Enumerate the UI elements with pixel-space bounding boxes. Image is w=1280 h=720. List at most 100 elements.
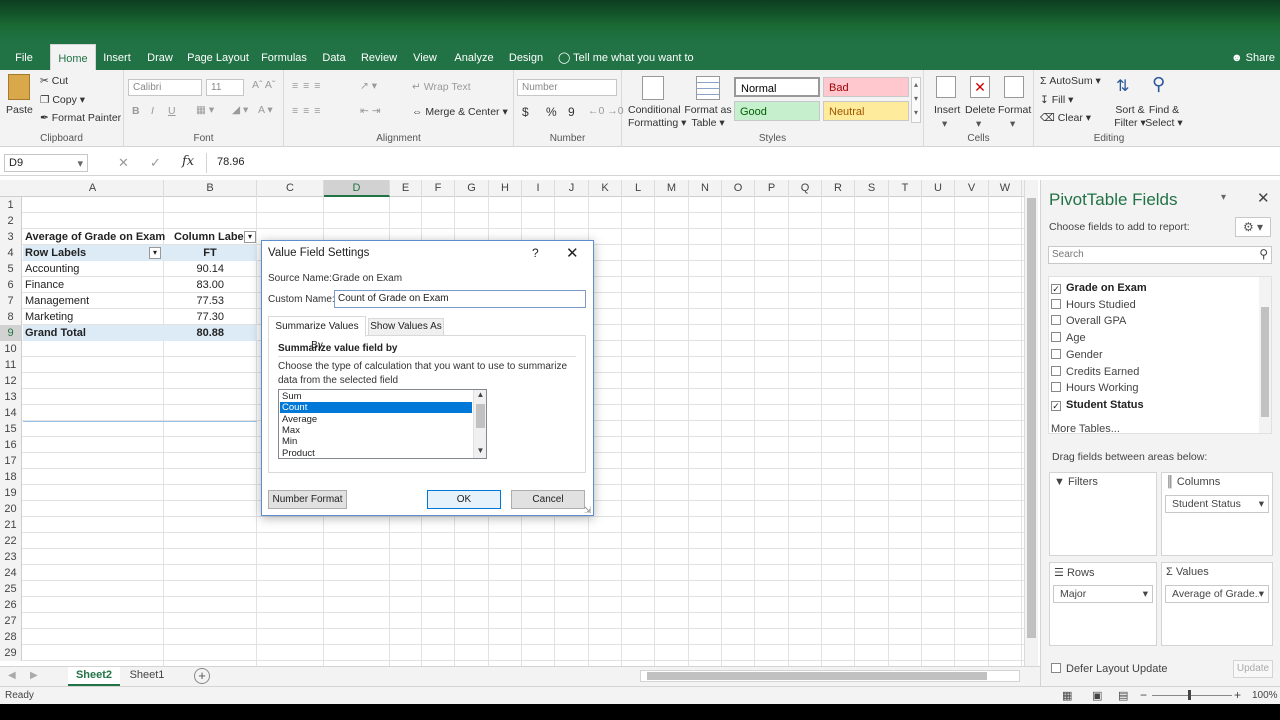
tab-file[interactable]: File [8,44,40,70]
columns-field-item[interactable]: Student Status ▾ [1165,495,1269,513]
field-list-scrollbar[interactable] [1259,277,1271,433]
horizontal-scrollbar[interactable] [640,670,1020,682]
row-header[interactable]: 5 [0,261,22,277]
style-good[interactable]: Good [734,101,820,121]
font-color-icon[interactable]: A ▾ [258,104,273,116]
function-option[interactable]: Product [280,448,472,459]
pivot-row-label[interactable]: Marketing [25,309,73,325]
column-header[interactable]: L [622,180,655,197]
summarize-function-list[interactable]: Sum Count Average Max Min Product ▲ ▼ [278,389,487,459]
vertical-align-icons[interactable]: ≡≡≡ [292,80,325,92]
normal-view-icon[interactable]: ▦ [1062,689,1072,702]
function-option[interactable]: Min [280,436,472,447]
column-header[interactable]: K [589,180,622,197]
style-neutral[interactable]: Neutral [823,101,909,121]
row-header[interactable]: 15 [0,421,22,437]
cancel-button[interactable]: Cancel [511,490,585,509]
column-header[interactable]: P [755,180,789,197]
tab-design[interactable]: Design [505,44,547,70]
page-break-view-icon[interactable]: ▤ [1118,689,1128,702]
formula-input[interactable]: 78.96 [206,153,1276,173]
zoom-slider[interactable] [1152,695,1232,696]
values-field-item[interactable]: Average of Grade... ▾ [1165,585,1269,603]
column-header[interactable]: E [390,180,422,197]
indent-icons[interactable]: ⇤ ⇥ [360,105,381,117]
rows-field-item[interactable]: Major ▾ [1053,585,1153,603]
pivot-row-label[interactable]: Management [25,293,89,309]
sheet-nav-next-icon[interactable]: ▶ [30,670,38,681]
pivot-row-value[interactable]: 77.53 [164,293,224,309]
filters-area[interactable]: ▼ Filters [1049,472,1157,556]
sheet-nav-prev-icon[interactable]: ◀ [8,670,16,681]
fill-color-icon[interactable]: ◢ ▾ [232,104,248,116]
fill-button[interactable]: ↧ Fill ▾ [1040,94,1073,106]
tab-review[interactable]: Review [358,44,400,70]
field-checkbox-item[interactable]: Gender [1051,347,1103,363]
field-checkbox-item[interactable]: Credits Earned [1051,364,1139,380]
row-header[interactable]: 4 [0,245,22,261]
custom-name-input[interactable]: Count of Grade on Exam [334,290,586,308]
row-header[interactable]: 9 [0,325,22,341]
tab-analyze[interactable]: Analyze [450,44,498,70]
zoom-slider-thumb[interactable] [1188,690,1191,700]
row-header[interactable]: 17 [0,453,22,469]
tab-insert[interactable]: Insert [100,44,134,70]
column-header[interactable]: B [164,180,257,197]
format-painter-button[interactable]: ✒ Format Painter [40,112,121,124]
column-header[interactable]: F [422,180,455,197]
share-button[interactable]: ☻ Share [1230,44,1276,70]
tab-show-values-as[interactable]: Show Values As [368,318,444,336]
format-as-table-button[interactable]: Format as Table ▾ [684,104,732,130]
row-header[interactable]: 16 [0,437,22,453]
insert-function-icon[interactable]: fx [182,154,194,169]
rows-area[interactable]: ☰ Rows Major ▾ [1049,562,1157,646]
page-layout-view-icon[interactable]: ▣ [1092,689,1102,702]
field-checkbox-item[interactable]: ✓ Grade on Exam [1051,280,1147,296]
font-name-select[interactable]: Calibri [128,79,202,96]
field-checkbox-item[interactable]: Overall GPA [1051,313,1126,329]
row-header[interactable]: 24 [0,565,22,581]
confirm-entry-icon[interactable]: ✓ [150,155,161,171]
tell-me-box[interactable]: ◯ Tell me what you want to do [558,44,708,92]
tab-data[interactable]: Data [318,44,350,70]
italic-button[interactable]: I [151,105,154,117]
column-header[interactable]: G [455,180,489,197]
number-format-select[interactable]: Number [517,79,617,96]
zoom-out-icon[interactable]: − [1140,688,1147,702]
tab-home[interactable]: Home [50,44,96,70]
font-grow-icon[interactable]: Aˆ Aˇ [252,79,275,91]
style-bad[interactable]: Bad [823,77,909,97]
insert-button[interactable]: Insert [934,104,960,116]
field-search-input[interactable]: Search ⚲ [1048,246,1272,264]
horizontal-align-icons[interactable]: ≡≡≡ [292,105,325,117]
pivot-row-label[interactable]: Accounting [25,261,79,277]
style-normal[interactable]: Normal [734,77,820,97]
styles-gallery-scroll[interactable]: ▴ ▾ ▾ [911,77,921,123]
function-option[interactable]: Max [280,425,472,436]
paste-button[interactable]: Paste [6,104,33,116]
pivot-row-value[interactable]: 90.14 [164,261,224,277]
list-scroll-thumb[interactable] [476,404,485,428]
field-list-scroll-thumb[interactable] [1261,307,1269,417]
format-button[interactable]: Format [998,104,1031,116]
function-option[interactable]: Count [280,402,472,414]
currency-button[interactable]: $ [522,105,529,119]
wrap-text-button[interactable]: ↵ Wrap Text [412,81,471,93]
function-option[interactable]: Sum [280,391,472,402]
vertical-scroll-thumb[interactable] [1027,198,1036,638]
tab-summarize-values[interactable]: Summarize Values By [268,316,366,351]
row-header[interactable]: 25 [0,581,22,597]
row-labels-filter-icon[interactable]: ▾ [149,247,161,259]
percent-button[interactable]: % [546,105,557,119]
zoom-in-icon[interactable]: + [1234,688,1241,702]
column-header[interactable]: I [522,180,555,197]
column-header[interactable]: H [489,180,522,197]
gear-icon[interactable]: ⚙ ▾ [1235,217,1271,237]
column-header[interactable]: M [655,180,689,197]
pane-close-icon[interactable]: ✕ [1257,189,1270,207]
row-header[interactable]: 14 [0,405,22,421]
tab-page-layout[interactable]: Page Layout [186,44,250,70]
decimal-icons[interactable]: ←0 →0 [588,105,624,117]
row-header[interactable]: 29 [0,645,22,661]
function-option[interactable]: Average [280,414,472,425]
